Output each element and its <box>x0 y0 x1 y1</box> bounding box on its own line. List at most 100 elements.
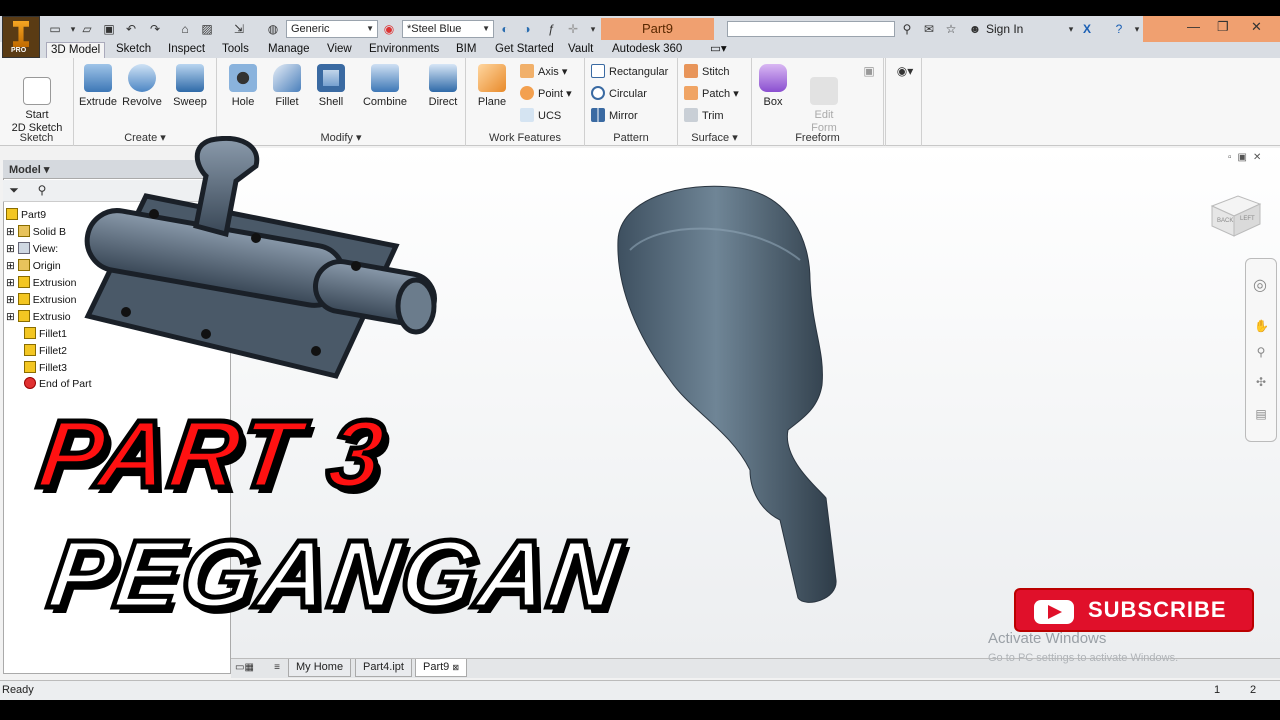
orbit-icon[interactable]: ✣ <box>1254 375 1268 389</box>
tree-node-fillet1[interactable]: Fillet1 <box>24 327 67 341</box>
tree-node-part[interactable]: Part9 <box>6 208 46 222</box>
look-at-icon[interactable]: ▤ <box>1254 407 1268 421</box>
material-select[interactable]: Generic ▼ <box>286 20 378 38</box>
convert-icon[interactable]: ▣ <box>862 64 876 78</box>
crosshair-icon[interactable]: ✛ <box>566 22 580 36</box>
appearance-value: *Steel Blue <box>407 23 462 35</box>
extrusion-icon <box>17 293 30 305</box>
shell-button[interactable]: Shell <box>311 64 351 109</box>
tab-environments[interactable]: Environments <box>365 42 443 58</box>
mirror-label: Mirror <box>609 110 638 122</box>
tree-label: Part9 <box>21 209 47 221</box>
customize-dropdown-icon[interactable]: ▾ <box>586 22 600 36</box>
restore-icon[interactable]: ❐ <box>1217 19 1229 35</box>
binoculars-icon[interactable]: ⚲ <box>900 22 914 36</box>
ucs-button[interactable]: UCS <box>520 108 561 123</box>
tab-view[interactable]: View <box>323 42 356 58</box>
panel-options-icon[interactable]: ▭▾ <box>706 42 731 58</box>
panel-convert: ▣ <box>856 58 886 146</box>
app-logo-button[interactable]: PRO <box>2 16 40 58</box>
tab-autodesk-360[interactable]: Autodesk 360 <box>608 42 686 58</box>
tree-label: Solid B <box>32 226 66 238</box>
edit-form-button[interactable]: Edit Form <box>802 64 846 135</box>
box-button[interactable]: Box <box>756 64 790 109</box>
tree-node-view[interactable]: ⊞ View: <box>6 242 58 256</box>
new-file-icon[interactable]: ▭ <box>48 22 62 36</box>
sweep-button[interactable]: Sweep <box>168 64 212 109</box>
return-icon[interactable]: ⇲ <box>232 22 246 36</box>
tab-list-icon[interactable]: ≡ <box>270 661 284 675</box>
play-triangle-icon <box>1048 605 1062 619</box>
appearance-select[interactable]: *Steel Blue ▼ <box>402 20 494 38</box>
patch-button[interactable]: Patch ▾ <box>684 86 739 101</box>
exchange-icon[interactable]: X <box>1080 22 1094 36</box>
chevron-down-icon[interactable]: ▾ <box>1064 22 1078 36</box>
plane-button[interactable]: Plane <box>472 64 512 109</box>
circular-pattern-button[interactable]: Circular <box>591 86 647 101</box>
tree-node-origin[interactable]: ⊞ Origin <box>6 259 61 273</box>
subscribe-button[interactable]: SUBSCRIBE <box>1014 588 1254 632</box>
steering-wheel-icon[interactable]: ◎ <box>1253 278 1267 294</box>
pan-icon[interactable]: ✋ <box>1254 319 1269 333</box>
tab-sketch[interactable]: Sketch <box>112 42 155 58</box>
tab-part4[interactable]: Part4.ipt <box>355 659 412 677</box>
tab-manage[interactable]: Manage <box>264 42 314 58</box>
tree-node-fillet2[interactable]: Fillet2 <box>24 344 67 358</box>
tab-bim[interactable]: BIM <box>452 42 480 58</box>
combine-button[interactable]: Combine <box>357 64 413 109</box>
redo-icon[interactable]: ↷ <box>148 22 162 36</box>
fillet-button[interactable]: Fillet <box>267 64 307 109</box>
panel-label-surface[interactable]: Surface ▾ <box>678 131 751 144</box>
viewport-window-controls[interactable]: ▫▣✕ <box>1228 152 1267 163</box>
save-icon[interactable]: ▣ <box>102 22 116 36</box>
stitch-button[interactable]: Stitch <box>684 64 730 79</box>
image-icon[interactable]: ▨ <box>200 22 214 36</box>
tab-3d-model[interactable]: 3D Model <box>46 42 106 58</box>
tab-part9[interactable]: Part9 ⊠ <box>415 659 468 677</box>
revolve-button[interactable]: Revolve <box>120 64 164 109</box>
chevron-down-icon[interactable]: ▾ <box>1130 22 1144 36</box>
communication-icon[interactable]: ✉ <box>922 22 936 36</box>
trim-label: Trim <box>702 110 724 122</box>
tree-node-extrusion3[interactable]: ⊞ Extrusio <box>6 310 71 324</box>
help-icon[interactable]: ? <box>1112 22 1126 36</box>
filter-icon[interactable]: ⏷ <box>7 183 21 197</box>
open-folder-icon[interactable]: ▱ <box>80 22 94 36</box>
tab-inspect[interactable]: Inspect <box>164 42 209 58</box>
handle-model <box>617 185 837 603</box>
undo-icon[interactable]: ↶ <box>124 22 138 36</box>
find-icon[interactable]: ⚲ <box>35 183 49 197</box>
view-cube[interactable]: BACK LEFT <box>1208 188 1264 238</box>
display-dropdown-icon[interactable]: ◉▾ <box>892 64 918 78</box>
sign-in-link[interactable]: Sign In <box>986 20 1023 38</box>
mirror-button[interactable]: Mirror <box>591 108 638 123</box>
home-icon[interactable]: ⌂ <box>178 22 192 36</box>
zoom-icon[interactable]: ⚲ <box>1254 345 1268 359</box>
dropdown-arrow-icon[interactable]: ▾ <box>66 22 80 36</box>
search-input[interactable] <box>727 21 895 37</box>
close-tab-icon[interactable]: ⊠ <box>452 663 459 672</box>
tab-part9-label: Part9 <box>423 661 450 673</box>
adjust-icon[interactable]: ◐ <box>498 22 512 36</box>
axis-button[interactable]: Axis ▾ <box>520 64 567 79</box>
point-button[interactable]: Point ▾ <box>520 86 572 101</box>
tree-node-solid-bodies[interactable]: ⊞ Solid B <box>6 225 66 239</box>
start-2d-sketch-button[interactable]: Start 2D Sketch <box>8 64 66 135</box>
tab-my-home[interactable]: My Home <box>288 659 352 677</box>
tree-node-fillet3[interactable]: Fillet3 <box>24 361 67 375</box>
hole-button[interactable]: Hole <box>223 64 263 109</box>
tab-tools[interactable]: Tools <box>218 42 253 58</box>
tab-get-started[interactable]: Get Started <box>491 42 558 58</box>
trim-button[interactable]: Trim <box>684 108 724 123</box>
direct-button[interactable]: Direct <box>423 64 463 109</box>
parameters-icon[interactable]: ƒ <box>544 22 558 36</box>
close-icon[interactable]: ✕ <box>1251 19 1262 35</box>
extrude-button[interactable]: Extrude <box>78 64 118 109</box>
rectangular-pattern-button[interactable]: Rectangular <box>591 64 668 79</box>
status-bar: Ready 1 2 <box>0 680 1280 700</box>
star-icon[interactable]: ☆ <box>944 22 958 36</box>
minimize-icon[interactable]: — <box>1187 19 1200 34</box>
clear-icon[interactable]: ◑ <box>520 22 534 36</box>
tile-icon[interactable]: ▭▦ <box>235 661 254 675</box>
tab-vault[interactable]: Vault <box>564 42 597 58</box>
